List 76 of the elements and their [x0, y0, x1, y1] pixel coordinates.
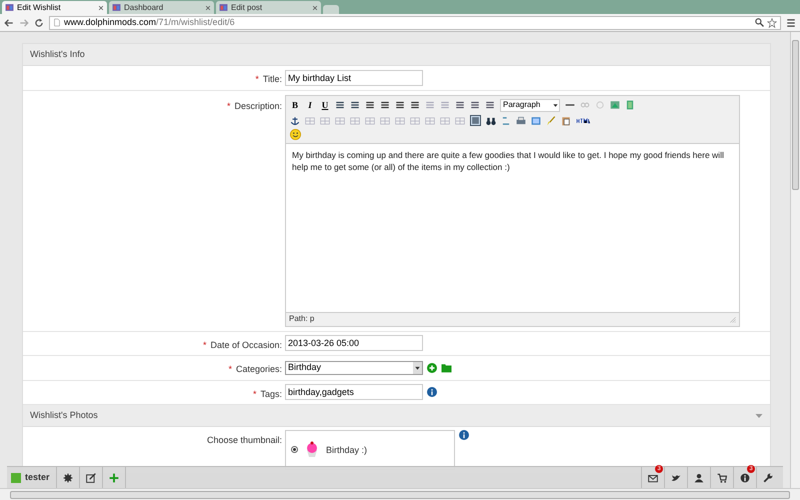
page-icon — [219, 3, 228, 12]
align-icon[interactable] — [365, 100, 375, 110]
reload-icon[interactable] — [34, 18, 44, 28]
paste-icon[interactable] — [561, 116, 571, 126]
element-path: Path: p — [289, 313, 314, 325]
info-icon[interactable] — [427, 387, 437, 398]
field-label: * Title: — [255, 74, 282, 84]
smiley-icon[interactable] — [290, 129, 301, 140]
caret-icon — [552, 102, 559, 109]
cart-icon[interactable] — [717, 472, 727, 482]
user-name[interactable]: tester — [25, 470, 50, 484]
person-icon[interactable] — [694, 472, 704, 482]
gear-icon[interactable] — [62, 472, 73, 482]
radio-button[interactable] — [291, 446, 298, 453]
field-label: * Tags: — [252, 388, 282, 398]
folder-icon[interactable] — [441, 362, 452, 373]
menu-icon[interactable] — [786, 18, 796, 28]
browser-tab[interactable]: Edit Wishlist — [2, 1, 107, 14]
status-square-icon — [11, 472, 21, 482]
info-icon[interactable] — [740, 472, 750, 482]
close-icon[interactable] — [312, 4, 318, 10]
star-icon[interactable] — [767, 18, 777, 28]
scrollbar-thumb[interactable] — [10, 490, 790, 498]
text-field[interactable]: birthday,gadgets — [285, 384, 423, 400]
description-text[interactable]: My birthday is coming up and there are quite a few goodies that I would like to get. I hope my good friends here will help me to get some (or all) of the items in my collection :) — [292, 149, 733, 173]
add-icon[interactable] — [108, 472, 119, 482]
page-icon — [112, 3, 121, 12]
align-icon[interactable] — [410, 100, 420, 110]
address-field[interactable]: www.dolphinmods.com/71/m/wishlist/edit/6 — [49, 16, 781, 30]
brush-icon[interactable] — [546, 116, 556, 126]
info-icon[interactable] — [459, 430, 469, 440]
format-button[interactable]: B — [290, 98, 300, 112]
field-label: * Categories: — [228, 364, 282, 374]
format-button[interactable]: I — [305, 98, 315, 112]
cupcake-icon — [304, 441, 320, 457]
printer-icon[interactable] — [516, 116, 526, 126]
page-icon — [5, 3, 14, 12]
field-label: Choose thumbnail: — [206, 435, 282, 445]
fullscreen-icon[interactable] — [531, 116, 541, 126]
anchor-icon[interactable] — [290, 116, 300, 126]
caret-icon — [413, 362, 422, 374]
image-icon[interactable] — [610, 100, 620, 110]
align-icon[interactable] — [395, 100, 405, 110]
zoom-icon[interactable] — [755, 18, 764, 27]
scrollbar-thumb[interactable] — [792, 40, 799, 190]
mail-icon[interactable] — [648, 472, 658, 482]
category-dropdown[interactable]: Birthday — [285, 360, 423, 375]
close-icon[interactable] — [98, 4, 104, 10]
field-label: * Description: — [226, 100, 282, 110]
text-field[interactable]: 2013-03-26 05:00 — [285, 335, 423, 352]
html-icon[interactable] — [576, 118, 590, 124]
browser-tab[interactable]: Edit post — [216, 1, 321, 14]
field-label: * Date of Occasion: — [202, 340, 282, 350]
edit-icon[interactable] — [86, 472, 96, 482]
list-icon[interactable] — [350, 100, 360, 110]
indent-icon[interactable] — [455, 100, 465, 110]
bird-icon[interactable] — [671, 472, 681, 482]
film-icon[interactable] — [625, 100, 635, 110]
wrench-icon[interactable] — [763, 472, 773, 482]
align-icon[interactable] — [380, 100, 390, 110]
indent-icon[interactable] — [485, 100, 495, 110]
binoculars-icon[interactable] — [486, 116, 496, 126]
text-field[interactable]: My birthday List — [285, 70, 423, 86]
indent-icon[interactable] — [470, 100, 480, 110]
browser-tab[interactable]: Dashboard — [109, 1, 214, 14]
section-header[interactable]: Wishlist's Photos — [23, 405, 770, 427]
caret-icon — [755, 412, 763, 418]
page-icon — [53, 18, 61, 27]
format-dropdown[interactable]: Paragraph — [500, 98, 560, 112]
thumbnail-label: Birthday :) — [326, 444, 368, 457]
section-header: Wishlist's Info — [23, 44, 770, 66]
list-icon[interactable] — [335, 100, 345, 110]
back-icon[interactable] — [4, 18, 14, 28]
format-button[interactable]: U — [320, 98, 330, 112]
resize-grip-icon[interactable] — [729, 316, 736, 322]
close-icon[interactable] — [205, 4, 211, 10]
